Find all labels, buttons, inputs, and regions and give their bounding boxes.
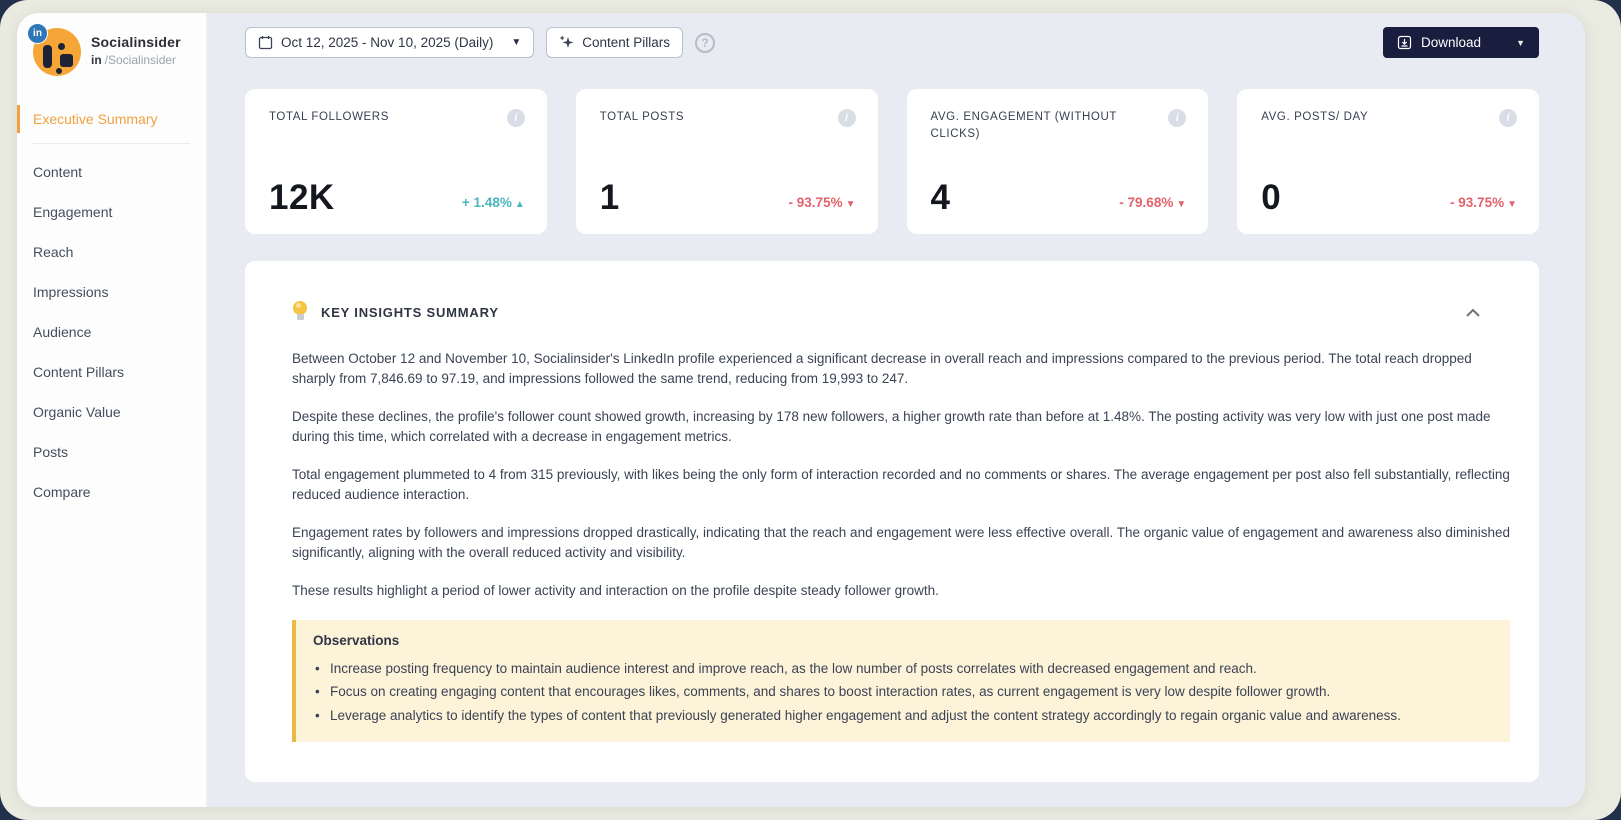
date-range-picker[interactable]: Oct 12, 2025 - Nov 10, 2025 (Daily) ▼ xyxy=(245,27,534,58)
info-icon[interactable]: i xyxy=(507,109,525,127)
content-pillars-label: Content Pillars xyxy=(582,35,670,50)
stat-value: 12K xyxy=(269,180,335,216)
stats-row: TOTAL FOLLOWERS i 12K + 1.48%▲ TOTAL POS… xyxy=(245,89,1539,234)
sidebar-item-compare[interactable]: Compare xyxy=(17,476,206,508)
observation-item: Focus on creating engaging content that … xyxy=(313,680,1490,704)
sidebar-item-organic-value[interactable]: Organic Value xyxy=(17,396,206,428)
brand-header: in Socialinsider in/Socialinsider xyxy=(17,13,206,76)
observations-list: Increase posting frequency to maintain a… xyxy=(313,657,1490,728)
insights-header: KEY INSIGHTS SUMMARY xyxy=(292,301,1510,323)
stat-label: AVG. ENGAGEMENT (WITHOUT CLICKS) xyxy=(931,109,1161,143)
brand-name: Socialinsider xyxy=(91,34,181,50)
date-range-label: Oct 12, 2025 - Nov 10, 2025 (Daily) xyxy=(281,35,493,50)
insight-paragraph: These results highlight a period of lowe… xyxy=(292,581,1510,601)
sidebar-divider xyxy=(33,143,190,144)
insight-paragraph: Engagement rates by followers and impres… xyxy=(292,523,1510,562)
insight-paragraph: Between October 12 and November 10, Soci… xyxy=(292,349,1510,388)
observations-box: Observations Increase posting frequency … xyxy=(292,620,1510,743)
observations-title: Observations xyxy=(313,633,1490,648)
sparkle-icon xyxy=(559,35,574,50)
chevron-down-icon: ▼ xyxy=(511,37,521,48)
trend-arrow-icon: ▼ xyxy=(846,199,856,210)
profile-handle: /Socialinsider xyxy=(105,53,176,67)
sidebar-item-impressions[interactable]: Impressions xyxy=(17,276,206,308)
sidebar-nav: Executive Summary Content Engagement Rea… xyxy=(17,103,206,508)
stat-delta: + 1.48%▲ xyxy=(462,195,525,210)
sidebar: in Socialinsider in/Socialinsider Execut… xyxy=(17,13,207,807)
observation-item: Increase posting frequency to maintain a… xyxy=(313,657,1490,681)
info-icon[interactable]: i xyxy=(1168,109,1186,127)
sidebar-item-executive-summary[interactable]: Executive Summary xyxy=(17,103,206,135)
brand-text: Socialinsider in/Socialinsider xyxy=(91,28,181,67)
download-label: Download xyxy=(1421,35,1481,50)
sidebar-item-reach[interactable]: Reach xyxy=(17,236,206,268)
sidebar-item-posts[interactable]: Posts xyxy=(17,436,206,468)
insight-paragraph: Despite these declines, the profile's fo… xyxy=(292,407,1510,446)
linkedin-badge-icon: in xyxy=(27,23,48,44)
trend-arrow-icon: ▲ xyxy=(515,199,525,210)
stat-delta: - 93.75%▼ xyxy=(789,195,856,210)
topbar: Oct 12, 2025 - Nov 10, 2025 (Daily) ▼ Co… xyxy=(245,27,1539,58)
stat-delta: - 93.75%▼ xyxy=(1450,195,1517,210)
network-label: in xyxy=(91,53,102,67)
main-content: Oct 12, 2025 - Nov 10, 2025 (Daily) ▼ Co… xyxy=(207,13,1585,807)
key-insights-panel: KEY INSIGHTS SUMMARY Between October 12 … xyxy=(245,261,1539,782)
calendar-icon xyxy=(258,35,273,50)
sidebar-item-engagement[interactable]: Engagement xyxy=(17,196,206,228)
stat-value: 4 xyxy=(931,180,951,216)
stat-label: AVG. POSTS/ DAY xyxy=(1261,109,1368,126)
download-icon xyxy=(1397,35,1412,50)
sidebar-item-content[interactable]: Content xyxy=(17,156,206,188)
content-pillars-button[interactable]: Content Pillars xyxy=(546,27,683,58)
stat-card-total-posts: TOTAL POSTS i 1 - 93.75%▼ xyxy=(576,89,878,234)
page-background: in Socialinsider in/Socialinsider Execut… xyxy=(0,0,1621,820)
stat-card-total-followers: TOTAL FOLLOWERS i 12K + 1.48%▲ xyxy=(245,89,547,234)
stat-card-avg-engagement: AVG. ENGAGEMENT (WITHOUT CLICKS) i 4 - 7… xyxy=(907,89,1209,234)
trend-arrow-icon: ▼ xyxy=(1176,199,1186,210)
insights-title: KEY INSIGHTS SUMMARY xyxy=(321,305,499,320)
stat-label: TOTAL FOLLOWERS xyxy=(269,109,389,126)
stat-label: TOTAL POSTS xyxy=(600,109,684,126)
lightbulb-icon xyxy=(292,301,308,323)
observation-item: Leverage analytics to identify the types… xyxy=(313,704,1490,728)
help-icon[interactable]: ? xyxy=(695,33,715,53)
info-icon[interactable]: i xyxy=(838,109,856,127)
info-icon[interactable]: i xyxy=(1499,109,1517,127)
sidebar-item-content-pillars[interactable]: Content Pillars xyxy=(17,356,206,388)
collapse-chevron-icon[interactable] xyxy=(1465,305,1481,323)
download-button[interactable]: Download ▼ xyxy=(1383,27,1539,58)
stat-value: 1 xyxy=(600,180,620,216)
brand-handle: in/Socialinsider xyxy=(91,53,181,67)
insight-paragraph: Total engagement plummeted to 4 from 315… xyxy=(292,465,1510,504)
stat-value: 0 xyxy=(1261,180,1281,216)
sidebar-item-audience[interactable]: Audience xyxy=(17,316,206,348)
stat-card-avg-posts-day: AVG. POSTS/ DAY i 0 - 93.75%▼ xyxy=(1237,89,1539,234)
trend-arrow-icon: ▼ xyxy=(1507,199,1517,210)
stat-delta: - 79.68%▼ xyxy=(1119,195,1186,210)
profile-avatar[interactable]: in xyxy=(33,28,81,76)
app-window: in Socialinsider in/Socialinsider Execut… xyxy=(17,13,1585,807)
chevron-down-icon: ▼ xyxy=(1516,38,1525,48)
